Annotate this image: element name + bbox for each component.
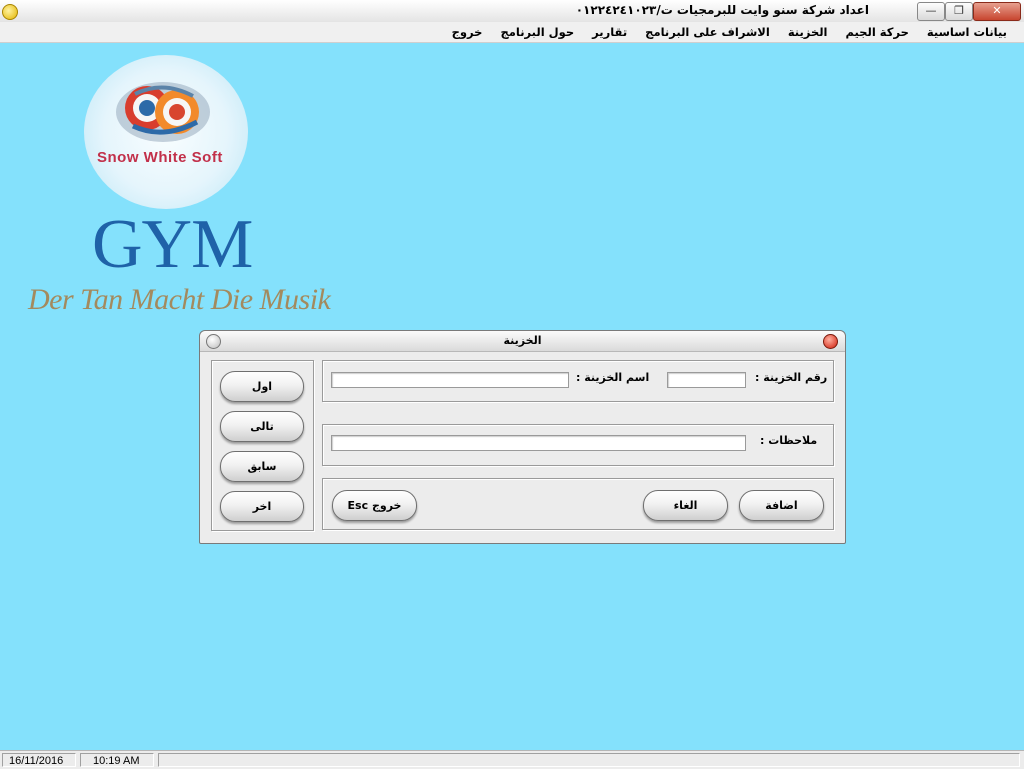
status-date: 16/11/2016 (2, 753, 76, 767)
treasury-number-label: رقم الخزينة : (755, 371, 828, 384)
status-time: 10:19 AM (80, 753, 154, 767)
close-button[interactable]: ✕ (973, 2, 1021, 21)
notes-label: ملاحظات : (760, 434, 818, 447)
treasury-info-panel: اسم الخزينة : رقم الخزينة : (322, 360, 834, 402)
menu-bar: بيانات اساسية حركة الجيم الخزينة الاشراف… (0, 22, 1024, 43)
next-record-button[interactable]: تالى (220, 411, 304, 442)
first-record-button[interactable]: اول (220, 371, 304, 402)
product-title: GYM (92, 206, 253, 283)
treasury-name-label: اسم الخزينة : (576, 371, 650, 384)
menu-basic-data[interactable]: بيانات اساسية (920, 22, 1014, 39)
dialog-title: الخزينة (503, 334, 542, 347)
company-logo-swirl-icon (116, 82, 210, 142)
maximize-button[interactable]: ❐ (945, 2, 973, 21)
menu-supervision[interactable]: الاشراف على البرنامج (638, 22, 777, 39)
cancel-button[interactable]: الغاء (643, 490, 728, 521)
treasury-dialog: الخزينة اول تالى سابق اخر اسم الخزينة : … (199, 330, 846, 544)
window-title: اعداد شركة سنو وايت للبرمجيات ت/٠١٢٢٤٢٤١… (575, 3, 869, 17)
dialog-titlebar: الخزينة (200, 331, 845, 352)
treasury-number-input[interactable] (667, 372, 746, 388)
status-bar: 16/11/2016 10:19 AM (0, 750, 1024, 769)
previous-record-button[interactable]: سابق (220, 451, 304, 482)
exit-esc-button[interactable]: خروج Esc (332, 490, 417, 521)
minimize-button[interactable]: — (917, 2, 945, 21)
notes-panel: ملاحظات : (322, 424, 834, 466)
add-button[interactable]: اضافة (739, 490, 824, 521)
status-message-area (158, 753, 1020, 767)
app-icon[interactable] (2, 4, 18, 20)
notes-input[interactable] (331, 435, 746, 451)
last-record-button[interactable]: اخر (220, 491, 304, 522)
menu-reports[interactable]: تقارير (585, 22, 634, 39)
product-tagline: Der Tan Macht Die Musik (28, 283, 331, 316)
menu-treasury[interactable]: الخزينة (781, 22, 835, 39)
window-titlebar: اعداد شركة سنو وايت للبرمجيات ت/٠١٢٢٤٢٤١… (0, 0, 1024, 23)
treasury-name-input[interactable] (331, 372, 569, 388)
menu-exit[interactable]: خروج (445, 22, 490, 39)
menu-gym-activity[interactable]: حركة الجيم (839, 22, 916, 39)
menu-about[interactable]: حول البرنامج (493, 22, 581, 39)
dialog-close-orb-icon[interactable] (823, 334, 838, 349)
navigation-panel: اول تالى سابق اخر (211, 360, 314, 531)
dialog-minimize-orb-icon[interactable] (206, 334, 221, 349)
company-logo-text: Snow White Soft (97, 149, 223, 166)
actions-panel: خروج Esc الغاء اضافة (322, 478, 834, 530)
